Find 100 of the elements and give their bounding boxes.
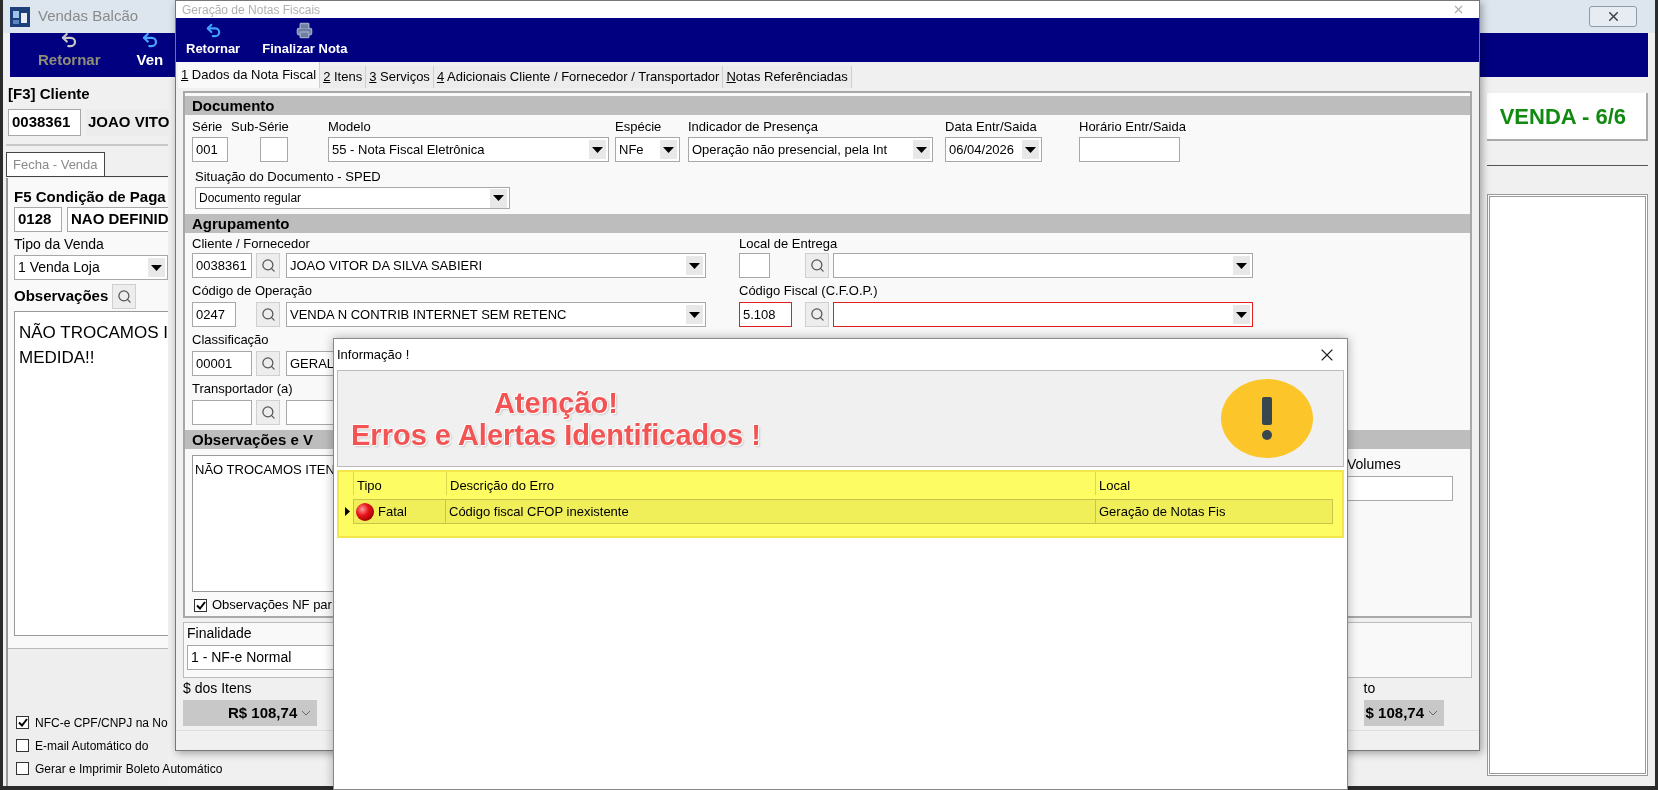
client-name: JOAO VITO: [86, 109, 170, 136]
input-field[interactable]: [192, 400, 252, 425]
caret-icon: [148, 258, 165, 277]
column-header[interactable]: Local: [1095, 472, 1333, 495]
caret-icon: [490, 188, 507, 208]
field-label: Classificação: [192, 331, 270, 348]
field-label: Série: [192, 118, 224, 135]
dropdown[interactable]: VENDA N CONTRIB INTERNET SEM RETENC: [286, 302, 706, 327]
search-button[interactable]: [805, 253, 829, 278]
field-label: Transportador (a): [192, 380, 294, 397]
dropdown[interactable]: NFe: [615, 137, 680, 162]
dropdown[interactable]: [833, 302, 1253, 327]
search-button[interactable]: [805, 302, 829, 327]
input-field[interactable]: 0038361: [8, 109, 81, 136]
checkbox-option[interactable]: Observações NF par: [194, 594, 335, 616]
chevron-down-icon: [301, 710, 312, 716]
search-icon: [260, 356, 276, 371]
printer-icon: [296, 21, 314, 39]
caret-icon: [1022, 140, 1039, 159]
input-field[interactable]: [1079, 137, 1180, 162]
input-field[interactable]: [286, 400, 335, 425]
alert-heading: Atenção!: [493, 386, 618, 419]
caret-icon: [1233, 305, 1250, 324]
tab[interactable]: 1 Dados da Nota Fiscal: [178, 62, 321, 88]
input-field[interactable]: [1347, 476, 1453, 501]
table-cell: Geração de Notas Fis: [1095, 499, 1333, 524]
column-header[interactable]: Tipo: [353, 472, 446, 495]
warning-icon: [1221, 379, 1313, 458]
search-icon: [809, 307, 825, 322]
tab[interactable]: Fecha - Venda: [6, 152, 105, 176]
checkbox-option[interactable]: Gerar e Imprimir Boleto Automático: [16, 759, 223, 778]
section-label: F5 Condição de Paga: [14, 187, 167, 204]
field-label: Tipo da Venda: [14, 236, 105, 254]
search-button[interactable]: [256, 400, 280, 425]
app-icon: [10, 6, 30, 27]
undo-icon: [140, 30, 159, 49]
undo-icon: [204, 21, 222, 39]
caret-icon: [686, 305, 703, 324]
checkbox[interactable]: [16, 716, 29, 729]
section-header: Agrupamento: [185, 214, 1470, 233]
search-button[interactable]: [256, 253, 280, 278]
total-amount[interactable]: $ 108,74: [1363, 700, 1444, 726]
window-title: Geração de Notas Fiscais: [182, 2, 321, 17]
notes-textarea[interactable]: NÃO TROCAMOS I MEDIDA!!: [14, 311, 168, 636]
search-icon: [260, 405, 276, 420]
tab[interactable]: Notas Referênciadas: [723, 66, 852, 88]
search-button[interactable]: [256, 351, 280, 376]
input-field[interactable]: NAO DEFINID: [67, 207, 168, 232]
tab[interactable]: 4 Adicionais Cliente / Fornecedor / Transportador: [433, 66, 724, 88]
dropdown[interactable]: JOAO VITOR DA SILVA SABIERI: [286, 253, 706, 278]
window-title: Informação !: [337, 345, 410, 364]
dropdown[interactable]: Operação não presencial, pela Int: [688, 137, 933, 162]
checkbox-option[interactable]: E-mail Automático do: [16, 736, 149, 755]
close-button[interactable]: [1589, 6, 1637, 27]
undo-icon: [60, 30, 79, 49]
toolbar-button[interactable]: Ven: [136, 30, 164, 71]
toolbar-button[interactable]: Retornar: [186, 21, 241, 58]
checkbox[interactable]: [16, 762, 29, 775]
toolbar-button[interactable]: Finalizar Nota: [262, 21, 348, 58]
input-field[interactable]: 0128: [14, 207, 62, 232]
field-label: Código de Operação: [192, 282, 313, 299]
input-field[interactable]: [260, 137, 288, 162]
section-header: Documento: [185, 96, 1470, 115]
dropdown[interactable]: Documento regular: [195, 187, 510, 209]
error-ball-icon: [356, 502, 374, 521]
field-label: Finalidade: [187, 625, 253, 643]
total-amount[interactable]: R$ 108,74: [183, 700, 318, 726]
input-field[interactable]: 001: [192, 137, 228, 162]
input-field[interactable]: 5.108: [739, 302, 792, 327]
caret-icon: [589, 140, 606, 159]
tab[interactable]: 2 Itens: [320, 66, 367, 88]
field-label: Espécie: [615, 118, 663, 135]
input-field[interactable]: 00001: [192, 351, 252, 376]
caret-icon: [1233, 256, 1250, 275]
checkbox-option[interactable]: NFC-e CPF/CNPJ na No: [16, 713, 168, 732]
search-icon: [260, 258, 276, 273]
search-button[interactable]: [112, 284, 137, 309]
field-label: to: [1363, 680, 1377, 698]
dropdown[interactable]: 1 Venda Loja: [14, 255, 168, 280]
field-label: Modelo: [328, 118, 372, 135]
field-label: Cliente / Fornecedor: [192, 235, 311, 252]
input-field[interactable]: 0247: [192, 302, 236, 327]
section-label: [F3] Cliente: [8, 84, 91, 103]
column-header[interactable]: Descrição do Erro: [446, 472, 1095, 495]
caret-icon: [686, 256, 703, 275]
input-field[interactable]: GERAL: [286, 351, 335, 376]
field-label: Situação do Documento - SPED: [195, 168, 382, 185]
field-label: Local de Entrega: [739, 235, 839, 252]
checkbox[interactable]: [16, 739, 29, 752]
input-field[interactable]: 0038361: [192, 253, 252, 278]
field-label: $ dos Itens: [183, 680, 253, 698]
search-icon: [809, 258, 825, 273]
search-button[interactable]: [256, 302, 280, 327]
field-label: Código Fiscal (C.F.O.P.): [739, 282, 879, 299]
window-title: Vendas Balcão: [38, 6, 139, 27]
dropdown[interactable]: 55 - Nota Fiscal Eletrônica: [328, 137, 609, 162]
checkbox[interactable]: [194, 598, 207, 612]
dropdown[interactable]: 06/04/2026: [945, 137, 1042, 162]
input-field[interactable]: [739, 253, 770, 278]
tab[interactable]: 3 Serviços: [366, 66, 434, 88]
